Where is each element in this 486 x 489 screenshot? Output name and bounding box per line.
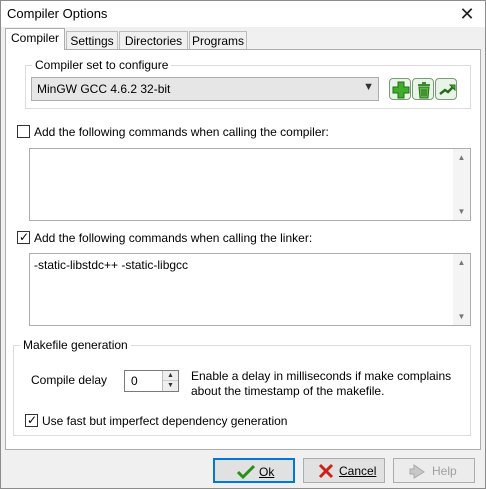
rename-compiler-set-button[interactable] bbox=[435, 78, 457, 100]
compiler-commands-scrollbar[interactable]: ▲ ▼ bbox=[453, 149, 470, 220]
stepper-down-icon[interactable]: ▼ bbox=[163, 381, 178, 391]
compile-delay-stepper[interactable]: 0 ▲ ▼ bbox=[124, 370, 179, 392]
compile-delay-label: Compile delay bbox=[31, 373, 108, 387]
close-button[interactable]: ✕ bbox=[455, 3, 479, 25]
compiler-commands-label: Add the following commands when calling … bbox=[34, 125, 329, 139]
tab-programs[interactable]: Programs bbox=[189, 31, 247, 50]
ok-label: Ok bbox=[259, 465, 275, 479]
scroll-down-icon[interactable]: ▼ bbox=[453, 203, 470, 220]
compiler-set-value: MinGW GCC 4.6.2 32-bit bbox=[37, 82, 171, 96]
close-icon: ✕ bbox=[459, 4, 475, 24]
compile-delay-description: Enable a delay in milliseconds if make c… bbox=[191, 369, 452, 398]
linker-commands-checkbox[interactable]: ✓ bbox=[17, 230, 30, 244]
compiler-set-select[interactable]: MinGW GCC 4.6.2 32-bit ▼ bbox=[31, 77, 379, 101]
delete-icon bbox=[418, 82, 430, 99]
title-bar[interactable]: Compiler Options ✕ bbox=[1, 1, 485, 27]
checkmark-icon bbox=[237, 464, 255, 480]
linker-commands-textarea[interactable]: -static-libstdc++ -static-libgcc ▲ ▼ bbox=[29, 253, 471, 326]
scroll-up-icon[interactable]: ▲ bbox=[453, 254, 470, 271]
compiler-commands-checkbox[interactable] bbox=[17, 125, 30, 138]
scroll-up-icon[interactable]: ▲ bbox=[453, 149, 470, 166]
linker-commands-text: -static-libstdc++ -static-libgcc bbox=[34, 258, 189, 272]
makefile-generation-title: Makefile generation bbox=[20, 338, 131, 352]
scroll-down-icon[interactable]: ▼ bbox=[453, 308, 470, 325]
tab-settings[interactable]: Settings bbox=[66, 31, 118, 50]
cancel-button[interactable]: Cancel bbox=[303, 458, 385, 483]
stepper-buttons: ▲ ▼ bbox=[162, 371, 178, 391]
add-compiler-set-button[interactable] bbox=[389, 78, 411, 100]
cancel-label: Cancel bbox=[339, 464, 377, 478]
compiler-commands-textarea[interactable]: ▲ ▼ bbox=[29, 148, 471, 221]
linker-commands-scrollbar[interactable]: ▲ ▼ bbox=[453, 254, 470, 325]
fast-dependency-checkbox[interactable]: ✓ bbox=[25, 413, 38, 427]
help-button[interactable]: Help bbox=[393, 458, 475, 483]
ok-button[interactable]: Ok bbox=[213, 458, 295, 483]
tab-directories[interactable]: Directories bbox=[119, 31, 188, 50]
rename-icon bbox=[439, 84, 456, 95]
help-icon bbox=[409, 464, 425, 479]
checkmark-icon: ✓ bbox=[27, 413, 38, 427]
tab-compiler[interactable]: Compiler bbox=[5, 28, 65, 50]
linker-commands-label: Add the following commands when calling … bbox=[34, 231, 313, 245]
help-label: Help bbox=[432, 464, 457, 478]
cancel-x-icon bbox=[318, 463, 334, 479]
compiler-set-title: Compiler set to configure bbox=[32, 58, 172, 72]
compiler-options-window: Compiler Options ✕ Compiler Settings Dir… bbox=[0, 0, 486, 489]
checkmark-icon: ✓ bbox=[19, 230, 30, 244]
chevron-down-icon: ▼ bbox=[363, 81, 374, 93]
window-title: Compiler Options bbox=[7, 6, 108, 21]
compile-delay-value: 0 bbox=[131, 374, 138, 388]
fast-dependency-label: Use fast but imperfect dependency genera… bbox=[42, 414, 288, 428]
delete-compiler-set-button[interactable] bbox=[412, 78, 434, 100]
stepper-up-icon[interactable]: ▲ bbox=[163, 371, 178, 381]
add-icon bbox=[392, 81, 410, 99]
